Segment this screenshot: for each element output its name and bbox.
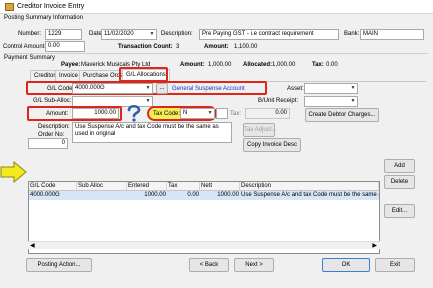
edit-button[interactable]: Edit... xyxy=(384,204,415,218)
app-icon xyxy=(5,3,14,11)
question-mark-icon xyxy=(125,104,143,122)
number-field[interactable]: 1229 xyxy=(45,29,82,40)
cell-gl-code: 4000.000G xyxy=(30,192,60,198)
scroll-right-icon[interactable]: ▶ xyxy=(372,242,377,249)
window-title: Creditor Invoice Entry xyxy=(17,3,85,10)
gl-code-value: 4000.000G xyxy=(75,85,105,91)
cell-tax: 0.00 xyxy=(187,192,199,198)
posting-action-button[interactable]: Posting Action... xyxy=(26,258,92,272)
cell-entered: 1000.00 xyxy=(144,192,166,198)
payee-label: Payee: xyxy=(61,62,81,68)
gl-code-lookup-button[interactable]: ... xyxy=(156,83,168,94)
horizontal-scrollbar[interactable]: ◀ ▶ xyxy=(28,241,380,249)
delete-button[interactable]: Delete xyxy=(384,175,415,189)
transaction-count-value: 3 xyxy=(176,44,180,50)
bank-label: Bank: xyxy=(344,31,360,37)
amount-label: Amount: xyxy=(46,111,69,117)
column-header-nett[interactable]: Nett xyxy=(200,182,240,191)
exit-button[interactable]: Exit xyxy=(375,258,415,272)
column-header-sub-alloc[interactable]: Sub Alloc xyxy=(77,182,127,191)
gl-code-description: General Suspense Account xyxy=(172,86,245,92)
tax-field[interactable]: 0.00 xyxy=(245,108,290,119)
scroll-left-icon[interactable]: ◀ xyxy=(30,242,35,249)
tax-summary-label: Tax: xyxy=(312,62,324,68)
tax-adjust-button[interactable]: Tax Adjust... xyxy=(243,123,276,137)
posting-summary-header: Posting Summary Information xyxy=(4,15,84,21)
tab-highlight-box xyxy=(119,67,168,82)
posting-amount-label: Amount: xyxy=(204,44,229,50)
bank-field[interactable]: MAIN xyxy=(360,29,424,40)
cell-nett: 1000.00 xyxy=(217,192,239,198)
transaction-count-label: Transaction Count: xyxy=(118,44,173,50)
ok-button[interactable]: OK xyxy=(322,258,370,272)
unit-receipt-label: B/Unit Receipt: xyxy=(258,98,299,104)
tax-code-label: Tax Code: xyxy=(153,111,181,117)
asset-field[interactable]: ▼ xyxy=(304,83,358,94)
column-header-entered[interactable]: Entered xyxy=(127,182,167,191)
payment-amount-value: 1,000.00 xyxy=(208,62,232,68)
column-header-description[interactable]: Description xyxy=(240,182,379,191)
yellow-arrow-icon xyxy=(0,160,27,184)
tax-label: Tax: xyxy=(230,111,242,117)
back-button[interactable]: < Back xyxy=(189,258,229,272)
description-label: Description: xyxy=(161,31,193,37)
chevron-down-icon[interactable]: ▼ xyxy=(349,97,357,106)
divider xyxy=(3,53,428,54)
column-header-gl-code[interactable]: G/L Code xyxy=(29,182,77,191)
tax-code-value: N xyxy=(183,110,188,116)
amount-field[interactable]: 1000.00 xyxy=(72,108,119,119)
gl-code-field[interactable]: 4000.000G ▼ xyxy=(72,83,153,94)
number-label: Number: xyxy=(18,31,42,37)
allocated-label: Allocated: xyxy=(243,62,273,68)
tax-code-field[interactable]: N ▼ xyxy=(180,108,215,119)
unit-receipt-field[interactable]: ▼ xyxy=(304,96,358,107)
posting-amount-value: 1,100.00 xyxy=(234,44,258,50)
date-field[interactable]: 11/02/2020 ▼ xyxy=(101,29,157,40)
next-button[interactable]: Next > xyxy=(234,258,274,272)
chevron-down-icon[interactable]: ▼ xyxy=(206,109,214,118)
gl-suballoc-label: G/L Sub-Alloc: xyxy=(33,98,72,104)
table-row[interactable]: 4000.000G 1000.00 0.00 1000.00 Use Suspe… xyxy=(29,191,379,200)
payment-amount-label: Amount: xyxy=(180,62,205,68)
chevron-down-icon[interactable]: ▼ xyxy=(144,84,152,93)
cell-sub-alloc xyxy=(77,191,127,200)
chevron-down-icon[interactable]: ▼ xyxy=(148,30,156,39)
control-amount-label: Control Amount: xyxy=(3,44,47,50)
chevron-down-icon[interactable]: ▼ xyxy=(144,97,152,106)
cell-description: Use Suspense A/c and tax Code must be th… xyxy=(241,192,379,198)
add-button[interactable]: Add xyxy=(384,159,415,173)
form-description-field[interactable]: Use Suspense A/c and tax Code must be th… xyxy=(72,122,232,143)
column-header-tax[interactable]: Tax xyxy=(167,182,200,191)
allocated-value: 1,000.00 xyxy=(272,62,296,68)
description-field[interactable]: Pre Paying GST - i.e contract requiremen… xyxy=(199,29,339,40)
gl-code-label: G/L Code: xyxy=(47,86,75,92)
title-bar: Creditor Invoice Entry xyxy=(0,0,433,14)
tax-code-extra-field[interactable] xyxy=(216,108,228,119)
date-value: 11/02/2020 xyxy=(104,31,134,37)
copy-invoice-desc-button[interactable]: Copy Invoice Desc xyxy=(243,138,301,152)
form-description-label: Description: xyxy=(38,124,70,130)
create-debtor-charges-button[interactable]: Create Debtor Charges... xyxy=(305,108,379,122)
control-amount-field[interactable]: 0.00 xyxy=(45,41,85,52)
tax-summary-value: 0.00 xyxy=(326,62,338,68)
asset-label: Asset: xyxy=(287,86,304,92)
chevron-down-icon[interactable]: ▼ xyxy=(349,84,357,93)
order-no-field[interactable]: 0 xyxy=(28,138,68,149)
payment-summary-header: Payment Summary xyxy=(4,55,56,61)
creditor-invoice-window: Creditor Invoice Entry Posting Summary I… xyxy=(0,0,433,288)
